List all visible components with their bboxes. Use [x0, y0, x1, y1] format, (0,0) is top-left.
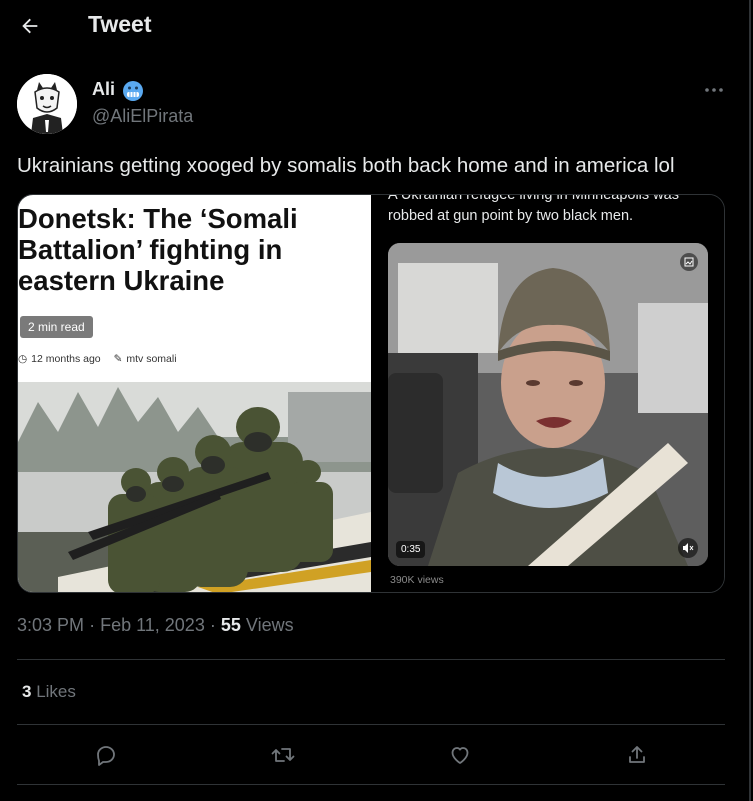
reply-icon — [97, 746, 115, 766]
article-source: mtv somali — [126, 353, 177, 365]
video-caption-line-1: A Ukrainian refugee living in Minneapoli… — [388, 194, 679, 203]
tweet-text: Ukrainians getting xooged by somalis bot… — [17, 154, 675, 177]
user-handle[interactable]: @AliElPirata — [92, 106, 193, 127]
views-label: Views — [245, 615, 294, 635]
tweet-time[interactable]: 3:03 PM — [17, 615, 84, 635]
video-thumbnail — [388, 243, 708, 566]
grimacing-cold-face-emoji-icon — [123, 81, 143, 101]
share-icon — [629, 746, 645, 763]
article-meta: ◷ 12 months ago ✎ mtv somali — [18, 353, 181, 365]
retweet-icon — [271, 748, 295, 762]
read-time-badge: 2 min read — [20, 316, 93, 338]
more-options-button[interactable] — [700, 78, 728, 102]
stack-icon — [680, 253, 698, 271]
video-caption: robbed at gun point by two black men. — [388, 208, 634, 224]
divider — [17, 784, 725, 785]
likes-link[interactable]: 3 Likes — [22, 682, 76, 702]
media-image-article[interactable]: Donetsk: The ‘Somali Battalion’ fighting… — [18, 195, 371, 592]
video-player[interactable]: 0:35 — [388, 243, 708, 566]
like-button[interactable] — [443, 738, 477, 772]
like-icon — [451, 747, 469, 764]
avatar[interactable] — [17, 74, 77, 134]
divider — [17, 659, 725, 660]
mute-icon[interactable] — [678, 538, 698, 558]
reply-button[interactable] — [89, 738, 123, 772]
soldiers-photo — [18, 382, 371, 592]
tweet-timestamp: 3:03 PM · Feb 11, 2023 · 55 Views — [17, 615, 294, 636]
avatar-image — [17, 74, 77, 134]
media-video[interactable]: A Ukrainian refugee living in Minneapoli… — [371, 194, 724, 592]
likes-label: Likes — [36, 682, 76, 701]
article-age: 12 months ago — [31, 353, 101, 365]
media-grid: Donetsk: The ‘Somali Battalion’ fighting… — [17, 194, 725, 593]
separator: · — [89, 615, 96, 635]
article-headline: Donetsk: The ‘Somali Battalion’ fighting… — [18, 203, 298, 296]
more-horizontal-icon — [705, 88, 723, 92]
separator: · — [209, 615, 216, 635]
video-duration: 0:35 — [396, 541, 426, 558]
page-title: Tweet — [88, 11, 152, 37]
column-border — [749, 0, 751, 801]
likes-count: 3 — [22, 682, 32, 701]
share-button[interactable] — [620, 738, 654, 772]
divider — [17, 724, 725, 725]
top-bar: Tweet — [0, 0, 753, 52]
retweet-button[interactable] — [266, 738, 300, 772]
edit-icon: ✎ — [113, 353, 123, 365]
views-count: 55 — [220, 615, 241, 635]
clock-icon: ◷ — [18, 353, 28, 365]
arrow-left-icon — [22, 18, 38, 34]
back-button[interactable] — [12, 8, 48, 44]
tweet-date[interactable]: Feb 11, 2023 — [100, 615, 205, 635]
video-views: 390K views — [390, 574, 444, 586]
display-name[interactable]: Ali — [92, 79, 115, 100]
